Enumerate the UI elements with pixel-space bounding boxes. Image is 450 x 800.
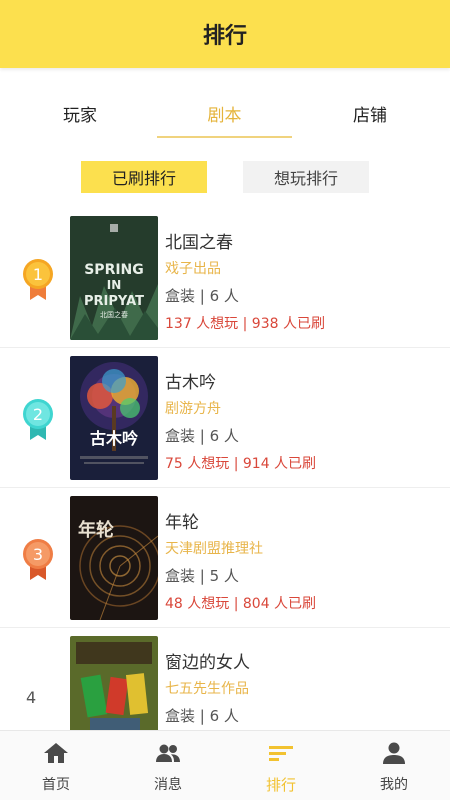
active-tab-indicator bbox=[157, 136, 292, 138]
script-title: 年轮 bbox=[165, 513, 199, 533]
category-tabs: 玩家 剧本 店铺 bbox=[0, 95, 450, 139]
nav-messages[interactable]: 消息 bbox=[112, 731, 224, 800]
page-title: 排行 bbox=[202, 24, 247, 49]
script-publisher: 天津剧盟推理社 bbox=[165, 541, 263, 557]
home-icon bbox=[44, 743, 68, 763]
nav-home[interactable]: 首页 bbox=[0, 731, 112, 800]
ranking-type-switch: 已刷排行 想玩排行 bbox=[0, 161, 450, 193]
script-stats: 48 人想玩 | 804 人已刷 bbox=[165, 596, 317, 612]
script-meta: 盒装 | 6 人 bbox=[165, 287, 239, 305]
nav-profile[interactable]: 我的 bbox=[338, 731, 450, 800]
bottom-navigation: 首页 消息 排行 我的 bbox=[0, 730, 450, 800]
book-cover[interactable]: SPRING IN PRIPYAT 北国之春 bbox=[70, 216, 158, 340]
tab-players[interactable]: 玩家 bbox=[30, 95, 130, 139]
book-cover[interactable]: 年轮 bbox=[70, 496, 158, 620]
script-meta: 盒装 | 6 人 bbox=[165, 707, 239, 725]
script-stats: 75 人想玩 | 914 人已刷 bbox=[165, 456, 317, 472]
script-publisher: 七五先生作品 bbox=[165, 681, 249, 697]
script-meta: 盒装 | 6 人 bbox=[165, 427, 239, 445]
script-meta: 盒装 | 5 人 bbox=[165, 567, 239, 585]
svg-text:2: 2 bbox=[33, 405, 43, 424]
user-icon bbox=[383, 742, 405, 764]
list-item[interactable]: 3 年轮 年轮 天津剧盟推理社 盒装 | 5 人 48 人想玩 | 804 人已… bbox=[0, 488, 450, 628]
script-stats: 137 人想玩 | 938 人已刷 bbox=[165, 316, 325, 332]
rank-medal-gold-icon: 1 bbox=[23, 259, 53, 300]
script-publisher: 戏子出品 bbox=[165, 261, 221, 277]
book-cover[interactable]: 古木吟 bbox=[70, 356, 158, 480]
rank-number: 4 bbox=[26, 688, 37, 707]
nav-profile-label: 我的 bbox=[380, 777, 408, 793]
subtab-want-ranking[interactable]: 想玩排行 bbox=[243, 161, 369, 193]
tab-scripts[interactable]: 剧本 bbox=[157, 95, 292, 139]
svg-text:北国之春: 北国之春 bbox=[100, 310, 128, 319]
ranking-list: 1 SPRING IN PRIPYAT 北国之春 北国之春 戏子出品 盒装 | … bbox=[0, 208, 450, 730]
people-icon bbox=[156, 744, 180, 762]
list-item[interactable]: 2 古木吟 古木吟 剧游方舟 盒装 | 6 人 75 人想玩 | 914 人已刷 bbox=[0, 348, 450, 488]
script-title: 古木吟 bbox=[165, 373, 216, 393]
nav-ranking-label: 排行 bbox=[265, 776, 296, 794]
list-item[interactable]: 4 窗边的女人 七五先生作品 盒装 | 6 人 bbox=[0, 628, 450, 730]
subtab-played-ranking[interactable]: 已刷排行 bbox=[81, 161, 207, 193]
script-title: 北国之春 bbox=[165, 233, 233, 253]
tab-stores[interactable]: 店铺 bbox=[320, 95, 420, 139]
nav-messages-label: 消息 bbox=[154, 777, 182, 793]
rank-medal-teal-icon: 2 bbox=[23, 399, 53, 440]
ranking-icon bbox=[269, 746, 293, 761]
list-item[interactable]: 1 SPRING IN PRIPYAT 北国之春 北国之春 戏子出品 盒装 | … bbox=[0, 208, 450, 348]
svg-text:3: 3 bbox=[33, 545, 43, 564]
app-header: 排行 bbox=[0, 0, 450, 68]
script-publisher: 剧游方舟 bbox=[165, 401, 221, 417]
nav-ranking[interactable]: 排行 bbox=[225, 731, 337, 800]
book-cover[interactable] bbox=[70, 636, 158, 730]
svg-text:IN: IN bbox=[107, 278, 122, 292]
svg-text:年轮: 年轮 bbox=[78, 519, 114, 541]
svg-text:古木吟: 古木吟 bbox=[90, 429, 138, 448]
nav-home-label: 首页 bbox=[42, 777, 70, 793]
script-title: 窗边的女人 bbox=[165, 653, 250, 673]
rank-medal-orange-icon: 3 bbox=[23, 539, 53, 580]
svg-text:1: 1 bbox=[33, 265, 43, 284]
svg-text:PRIPYAT: PRIPYAT bbox=[84, 294, 144, 309]
svg-text:SPRING: SPRING bbox=[84, 262, 144, 278]
